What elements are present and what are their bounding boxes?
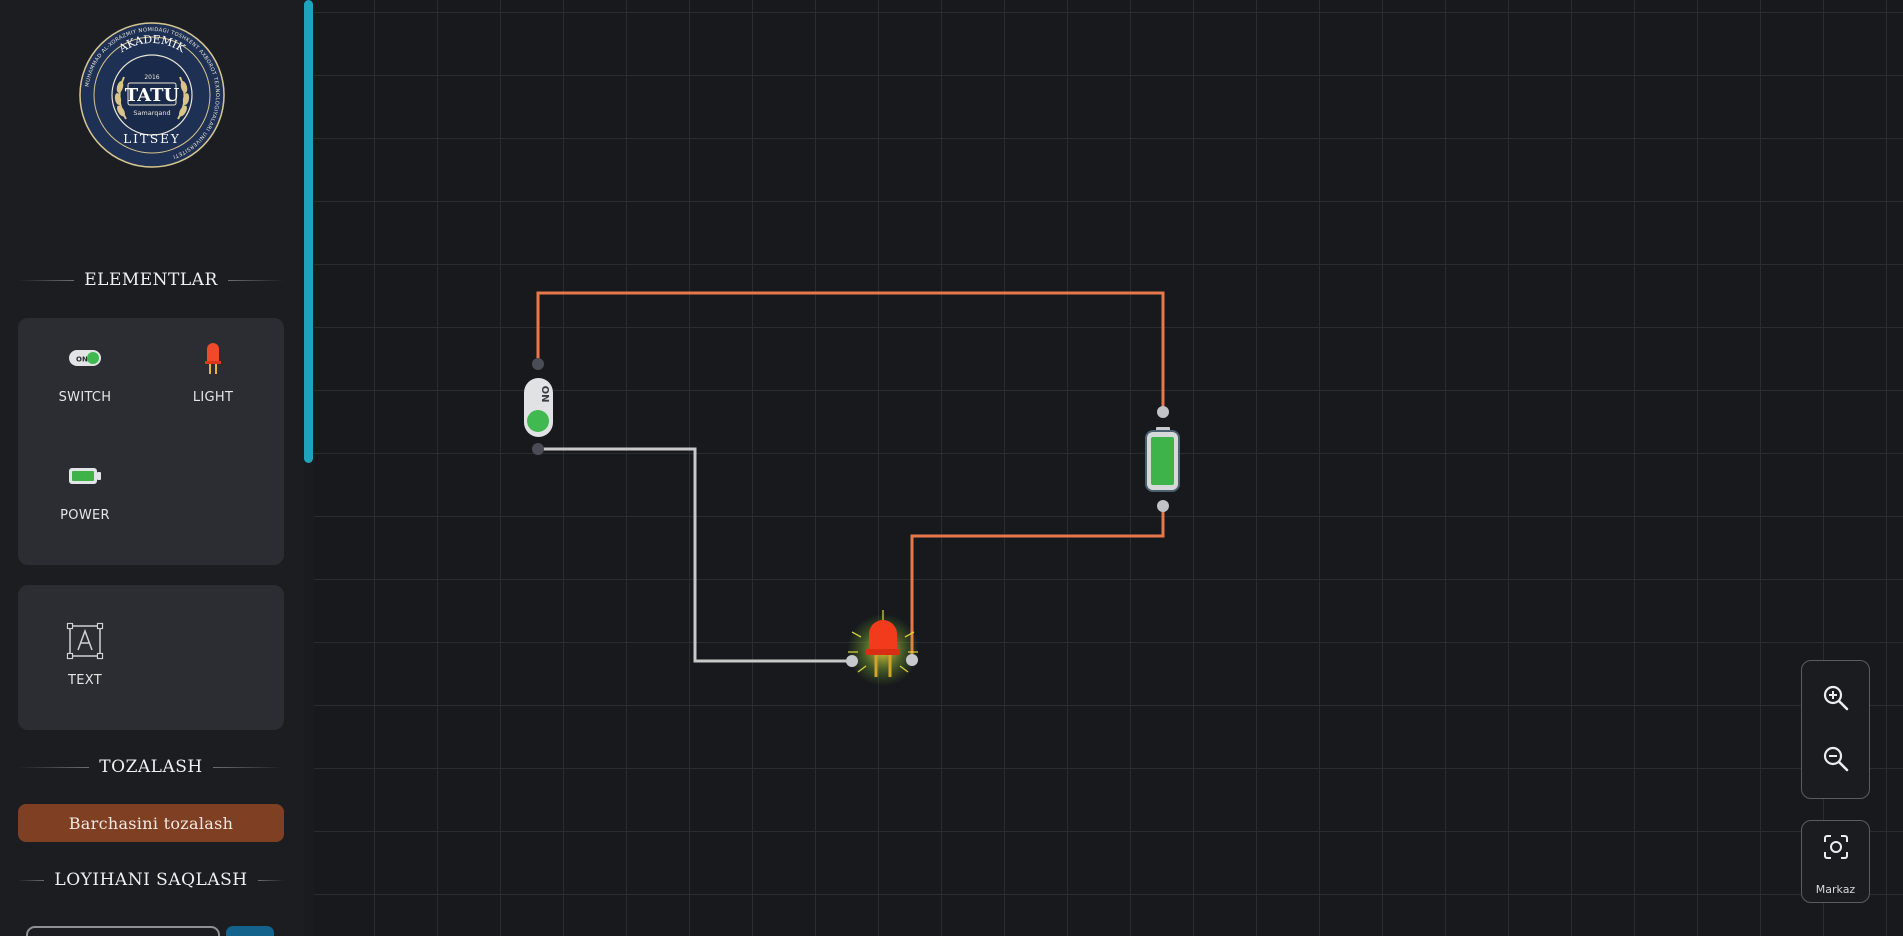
switch-terminal-top[interactable] [532, 358, 544, 370]
wire-switch-to-light[interactable] [538, 447, 852, 663]
center-label: Markaz [1815, 883, 1856, 896]
zoom-in-button[interactable] [1802, 673, 1869, 723]
zoom-in-icon [1823, 685, 1848, 711]
light-terminal-right[interactable] [906, 654, 918, 666]
battery-terminal-bottom[interactable] [1157, 500, 1169, 512]
battery-charge-fill [1151, 437, 1174, 485]
wire-battery-to-light[interactable] [910, 506, 1165, 660]
battery-terminal-top[interactable] [1157, 406, 1169, 418]
zoom-out-icon [1823, 746, 1848, 772]
wire-switch-to-battery[interactable] [536, 291, 1165, 412]
circuit-light[interactable] [846, 610, 919, 686]
center-icon-wrap [1802, 823, 1869, 871]
zoom-out-button[interactable] [1802, 734, 1869, 784]
circuit-layer: ON [524, 291, 1180, 686]
center-view-button[interactable]: Markaz [1801, 820, 1870, 903]
focus-center-icon [1823, 835, 1848, 859]
zoom-controls [1801, 660, 1870, 799]
circuit-switch[interactable]: ON [524, 358, 553, 455]
light-terminal-left[interactable] [846, 655, 858, 667]
switch-on-text: ON [539, 386, 550, 403]
circuit-battery[interactable] [1145, 406, 1180, 512]
switch-terminal-bottom[interactable] [532, 443, 544, 455]
